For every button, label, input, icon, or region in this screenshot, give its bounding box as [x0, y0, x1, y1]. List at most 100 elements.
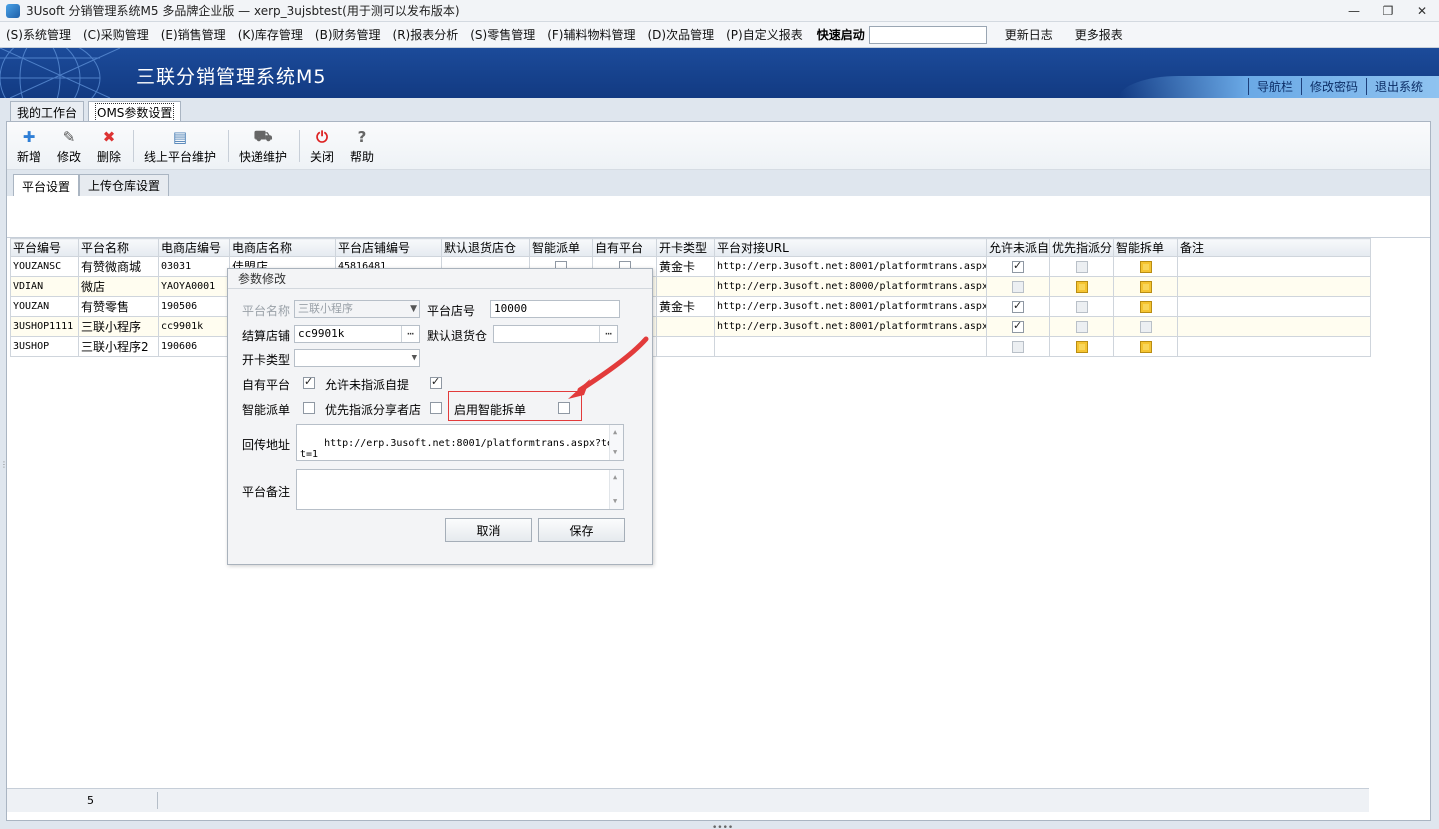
quick-start-label: 快速启动 [816, 28, 865, 42]
help-button[interactable]: ? 帮助 [350, 128, 374, 165]
menu-materials[interactable]: (F)辅料物料管理 [547, 26, 635, 43]
checkbox[interactable] [1012, 281, 1024, 293]
menu-custom-reports[interactable]: (P)自定义报表 [726, 26, 803, 43]
checkbox[interactable] [1075, 281, 1088, 293]
menu-finance[interactable]: (B)财务管理 [315, 26, 381, 43]
checkbox[interactable] [1075, 301, 1088, 313]
minimize-icon[interactable]: — [1337, 0, 1371, 22]
checkbox[interactable] [1075, 321, 1088, 333]
logout-link[interactable]: 退出系统 [1365, 78, 1431, 95]
smart-dispatch-checkbox[interactable] [303, 402, 315, 414]
col-header[interactable]: 电商店名称 [229, 238, 336, 257]
window-controls: — ❐ ✕ [1337, 0, 1439, 22]
menu-system[interactable]: (S)系统管理 [6, 26, 71, 43]
own-platform-checkbox[interactable] [303, 375, 315, 389]
settle-shop-input[interactable]: cc9901k ⋯ [294, 325, 420, 343]
checkbox[interactable] [1139, 261, 1152, 273]
cell-remark [1177, 316, 1371, 337]
edit-button[interactable]: ✎ 修改 [57, 128, 81, 165]
menu-retail[interactable]: (S)零售管理 [470, 26, 535, 43]
col-header[interactable]: 默认退货店仓 [441, 238, 530, 257]
col-header[interactable]: 智能派单 [529, 238, 593, 257]
checkbox[interactable] [1139, 301, 1152, 313]
col-header[interactable]: 允许未派自 [986, 238, 1050, 257]
remark-textarea[interactable] [296, 469, 624, 510]
return-wh-label: 默认退货仓 [427, 329, 488, 343]
add-button[interactable]: ✚ 新增 [17, 128, 41, 165]
table-row[interactable]: 3USHOP1111 三联小程序 cc9901k http://erp.3uso… [10, 316, 1371, 337]
more-reports-link[interactable]: 更多报表 [1075, 26, 1123, 43]
table-row[interactable]: 3USHOP 三联小程序2 190606 [10, 336, 1371, 357]
checkbox[interactable] [1075, 261, 1088, 273]
delete-button[interactable]: ✖ 删除 [97, 128, 121, 165]
smart-dispatch-label: 智能派单 [242, 403, 291, 417]
toolbar-separator [228, 130, 229, 162]
col-header[interactable]: 自有平台 [592, 238, 657, 257]
checkbox[interactable] [1075, 341, 1088, 353]
col-header[interactable]: 平台名称 [78, 238, 159, 257]
workspace-tabs: 我的工作台 OMS参数设置 [0, 98, 1439, 122]
quick-start-input[interactable] [868, 25, 987, 44]
cell-allow [986, 256, 1050, 277]
globe-logo-icon [0, 48, 121, 98]
col-header[interactable]: 开卡类型 [656, 238, 715, 257]
cell-url: http://erp.3usoft.net:8001/platformtrans… [714, 296, 987, 317]
save-button[interactable]: 保存 [538, 518, 625, 542]
scrollbar[interactable] [609, 470, 623, 509]
checkbox[interactable] [1139, 341, 1152, 353]
checkbox[interactable] [1139, 321, 1152, 333]
checkbox[interactable] [1012, 341, 1024, 353]
col-header[interactable]: 平台对接URL [714, 238, 987, 257]
chevron-down-icon: ▼ [410, 304, 417, 314]
store-no-input[interactable]: 10000 [490, 300, 620, 318]
change-password-link[interactable]: 修改密码 [1300, 78, 1366, 95]
col-header[interactable]: 优先指派分 [1049, 238, 1114, 257]
tab-oms-settings[interactable]: OMS参数设置 [88, 101, 182, 122]
param-edit-dialog: 参数修改 平台名称 三联小程序 ▼ 平台店号 10000 结算店铺 cc9901… [227, 268, 653, 565]
online-platform-button[interactable]: ▤ 线上平台维护 [144, 128, 216, 165]
scrollbar[interactable] [609, 425, 623, 460]
menu-reports[interactable]: (R)报表分析 [393, 26, 459, 43]
cell-priority [1049, 336, 1114, 357]
delete-icon: ✖ [102, 128, 116, 146]
allow-self-pickup-checkbox[interactable] [430, 375, 442, 389]
menu-inventory[interactable]: (K)库存管理 [238, 26, 303, 43]
resize-grip-icon[interactable]: •••• [712, 823, 733, 829]
tab-my-workbench[interactable]: 我的工作台 [10, 101, 85, 122]
priority-share-checkbox[interactable] [430, 402, 442, 414]
menu-sales[interactable]: (E)销售管理 [161, 26, 226, 43]
changelog-link[interactable]: 更新日志 [1005, 26, 1053, 43]
banner-links: 导航栏 修改密码 退出系统 [1247, 78, 1431, 95]
table-row[interactable]: VDIAN 微店 YAOYA0001 http://erp.3usoft.net… [10, 276, 1371, 297]
express-button[interactable]: ⛟ 快递维护 [239, 127, 288, 165]
cell-shop-code: 190606 [158, 336, 230, 357]
cell-allow [986, 316, 1050, 337]
restore-icon[interactable]: ❐ [1371, 0, 1405, 22]
col-header[interactable]: 电商店编号 [158, 238, 230, 257]
express-label: 快递维护 [239, 150, 288, 164]
tab-upload-warehouse[interactable]: 上传仓库设置 [79, 174, 170, 196]
checkbox[interactable] [1012, 319, 1024, 333]
checkbox[interactable] [1139, 281, 1152, 293]
close-button[interactable]: ⏻ 关闭 [310, 128, 334, 165]
checkbox[interactable] [1012, 259, 1024, 273]
card-type-select[interactable]: ▼ [294, 349, 420, 367]
callback-textarea[interactable]: http://erp.3usoft.net:8001/platformtrans… [296, 424, 624, 461]
cancel-button[interactable]: 取消 [445, 518, 532, 542]
ellipsis-icon[interactable]: ⋯ [401, 326, 419, 342]
cell-card: 黄金卡 [656, 256, 715, 277]
menu-defects[interactable]: (D)次品管理 [648, 26, 715, 43]
col-header[interactable]: 平台店铺编号 [335, 238, 442, 257]
tab-platform-settings[interactable]: 平台设置 [13, 174, 80, 197]
close-window-icon[interactable]: ✕ [1405, 0, 1439, 22]
cell-remark [1177, 296, 1371, 317]
checkbox[interactable] [1012, 299, 1024, 313]
col-header[interactable]: 平台编号 [10, 238, 79, 257]
table-row[interactable]: YOUZANSC 有赞微商城 03031 佳盟店 45816481 黄金卡 ht… [10, 256, 1371, 277]
col-header[interactable]: 备注 [1177, 238, 1371, 257]
col-header[interactable]: 智能拆单 [1113, 238, 1178, 257]
menu-purchase[interactable]: (C)采购管理 [83, 26, 149, 43]
splitter-grip-icon[interactable]: ⋮ [0, 460, 8, 469]
nav-link[interactable]: 导航栏 [1247, 78, 1301, 95]
table-row[interactable]: YOUZAN 有赞零售 190506 黄金卡 http://erp.3usoft… [10, 296, 1371, 317]
